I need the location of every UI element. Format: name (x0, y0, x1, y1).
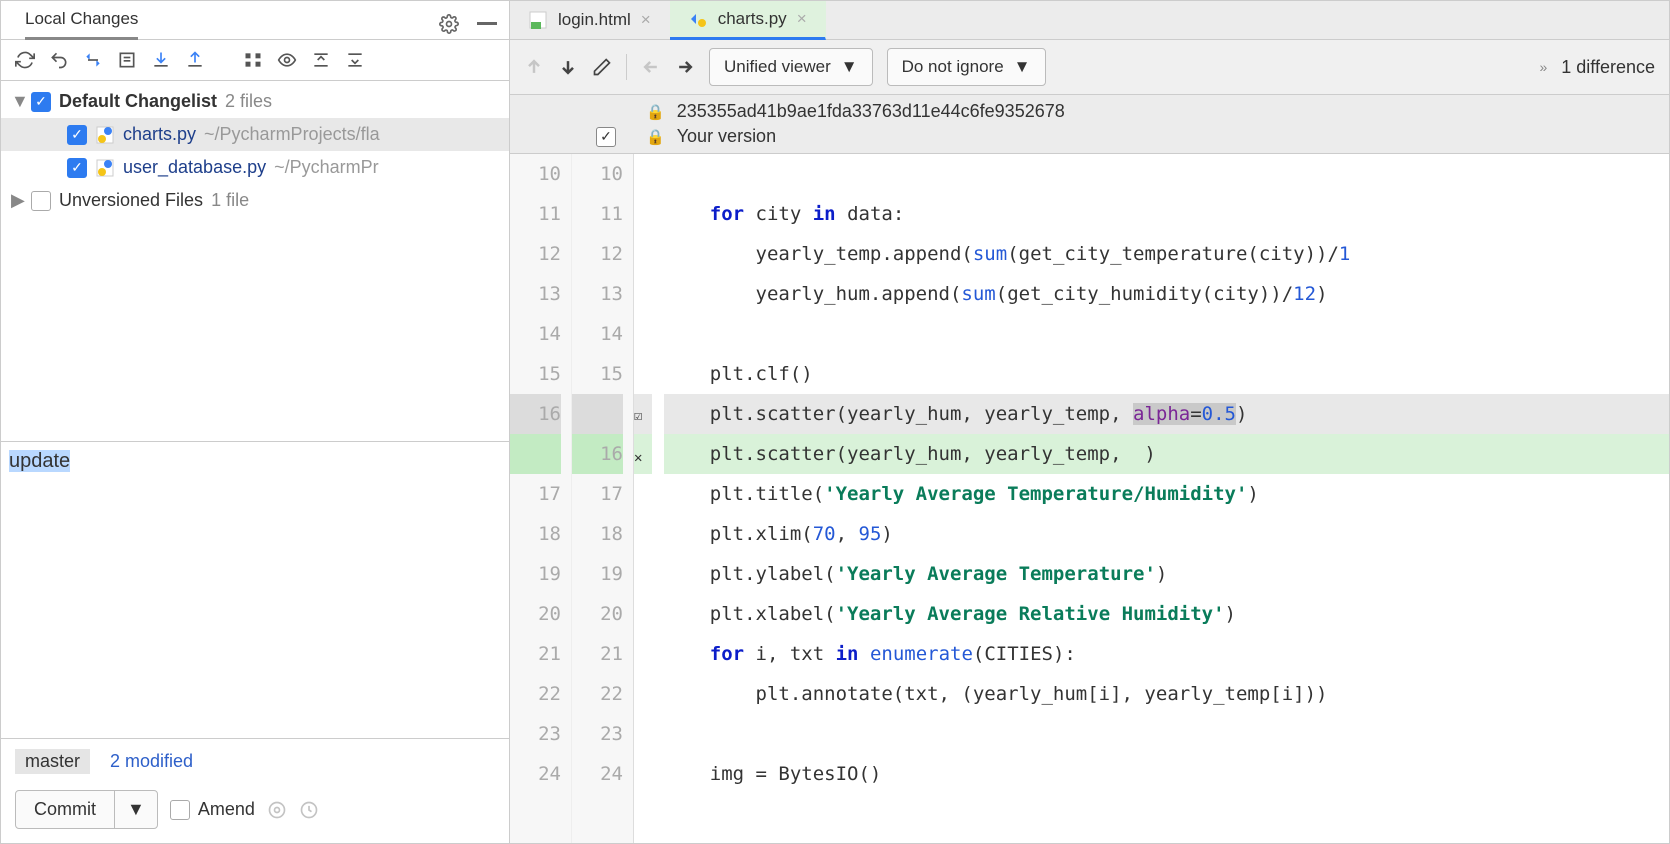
chevron-down-icon: ▼ (1014, 57, 1031, 77)
commit-button-label: Commit (16, 791, 114, 828)
vcs-toolbar (1, 40, 509, 81)
whitespace-dropdown[interactable]: Do not ignore ▼ (887, 48, 1046, 86)
local-changes-header: Local Changes (1, 1, 509, 40)
branch-name[interactable]: master (15, 749, 90, 774)
editor-panel: login.html × charts.py × Unified viewer … (510, 0, 1670, 844)
more-icon[interactable]: » (1539, 59, 1547, 75)
file-row-charts[interactable]: ✓ charts.py ~/PycharmProjects/fla (1, 118, 509, 151)
caret-right-icon[interactable]: ▶ (11, 190, 23, 211)
rollback-icon[interactable] (49, 50, 69, 70)
changes-tree: ▼ ✓ Default Changelist 2 files ✓ charts.… (1, 81, 509, 221)
preview-icon[interactable] (277, 50, 297, 70)
gear-icon[interactable] (439, 14, 459, 34)
amend-checkbox[interactable] (170, 800, 190, 820)
expand-icon[interactable] (311, 50, 331, 70)
file-path: ~/PycharmPr (274, 157, 379, 178)
tab-login-html[interactable]: login.html × (510, 1, 670, 39)
unshelve-icon[interactable] (185, 50, 205, 70)
group-icon[interactable] (243, 50, 263, 70)
diff-icon[interactable] (83, 50, 103, 70)
changelist-row[interactable]: ▼ ✓ Default Changelist 2 files (1, 85, 509, 118)
local-changes-panel: Local Changes ▼ ✓ Default Changelist 2 f… (0, 0, 510, 844)
unversioned-label: Unversioned Files (59, 190, 203, 211)
include-checkbox[interactable]: ✓ (596, 127, 616, 147)
gear-icon[interactable] (267, 800, 287, 820)
tab-label: charts.py (718, 9, 787, 29)
commit-dropdown-icon[interactable]: ▼ (114, 791, 157, 828)
python-file-icon (95, 125, 115, 145)
file-name: charts.py (123, 124, 196, 145)
diff-count: 1 difference (1561, 57, 1655, 78)
back-icon[interactable] (641, 57, 661, 77)
collapse-icon[interactable] (345, 50, 365, 70)
changelist-checkbox[interactable]: ✓ (31, 92, 51, 112)
unversioned-row[interactable]: ▶ Unversioned Files 1 file (1, 184, 509, 217)
history-icon[interactable] (299, 800, 319, 820)
viewer-mode-label: Unified viewer (724, 57, 831, 77)
editor-tabs: login.html × charts.py × (510, 1, 1669, 40)
tab-label: login.html (558, 10, 631, 30)
changelist-count: 2 files (225, 91, 272, 112)
commit-message-area[interactable]: update (1, 441, 509, 738)
html-file-icon (528, 10, 548, 30)
modified-link[interactable]: 2 modified (110, 751, 193, 772)
refresh-icon[interactable] (15, 50, 35, 70)
unversioned-count: 1 file (211, 190, 249, 211)
file-name: user_database.py (123, 157, 266, 178)
edit-icon[interactable] (592, 57, 612, 77)
diff-body[interactable]: 1011121314151617181920212223241011121314… (510, 154, 1669, 843)
chevron-down-icon: ▼ (841, 57, 858, 77)
local-changes-title: Local Changes (25, 9, 138, 40)
whitespace-label: Do not ignore (902, 57, 1004, 77)
tab-charts-py[interactable]: charts.py × (670, 1, 826, 40)
lock-icon: 🔒 (646, 128, 665, 146)
prev-diff-icon[interactable] (524, 57, 544, 77)
revision-hash: 235355ad41b9ae1fda33763d11e44c6fe9352678 (677, 101, 1065, 122)
forward-icon[interactable] (675, 57, 695, 77)
diff-header: 🔒 235355ad41b9ae1fda33763d11e44c6fe93526… (510, 95, 1669, 154)
changelist-icon[interactable] (117, 50, 137, 70)
your-version-label: Your version (677, 126, 776, 147)
python-file-icon (95, 158, 115, 178)
python-diff-file-icon (688, 9, 708, 29)
diff-toolbar: Unified viewer ▼ Do not ignore ▼ » 1 dif… (510, 40, 1669, 95)
minimize-icon[interactable] (477, 14, 497, 34)
amend-label: Amend (198, 799, 255, 820)
commit-button[interactable]: Commit ▼ (15, 790, 158, 829)
file-checkbox[interactable]: ✓ (67, 158, 87, 178)
lock-icon: 🔒 (646, 103, 665, 121)
file-row-userdb[interactable]: ✓ user_database.py ~/PycharmPr (1, 151, 509, 184)
commit-message-text: update (9, 450, 70, 472)
changelist-label: Default Changelist (59, 91, 217, 112)
viewer-mode-dropdown[interactable]: Unified viewer ▼ (709, 48, 873, 86)
shelve-icon[interactable] (151, 50, 171, 70)
close-icon[interactable]: × (641, 10, 651, 30)
caret-down-icon[interactable]: ▼ (11, 91, 23, 112)
commit-footer: master 2 modified Commit ▼ Amend (1, 738, 509, 843)
unversioned-checkbox[interactable] (31, 191, 51, 211)
close-icon[interactable]: × (797, 9, 807, 29)
file-path: ~/PycharmProjects/fla (204, 124, 380, 145)
next-diff-icon[interactable] (558, 57, 578, 77)
file-checkbox[interactable]: ✓ (67, 125, 87, 145)
